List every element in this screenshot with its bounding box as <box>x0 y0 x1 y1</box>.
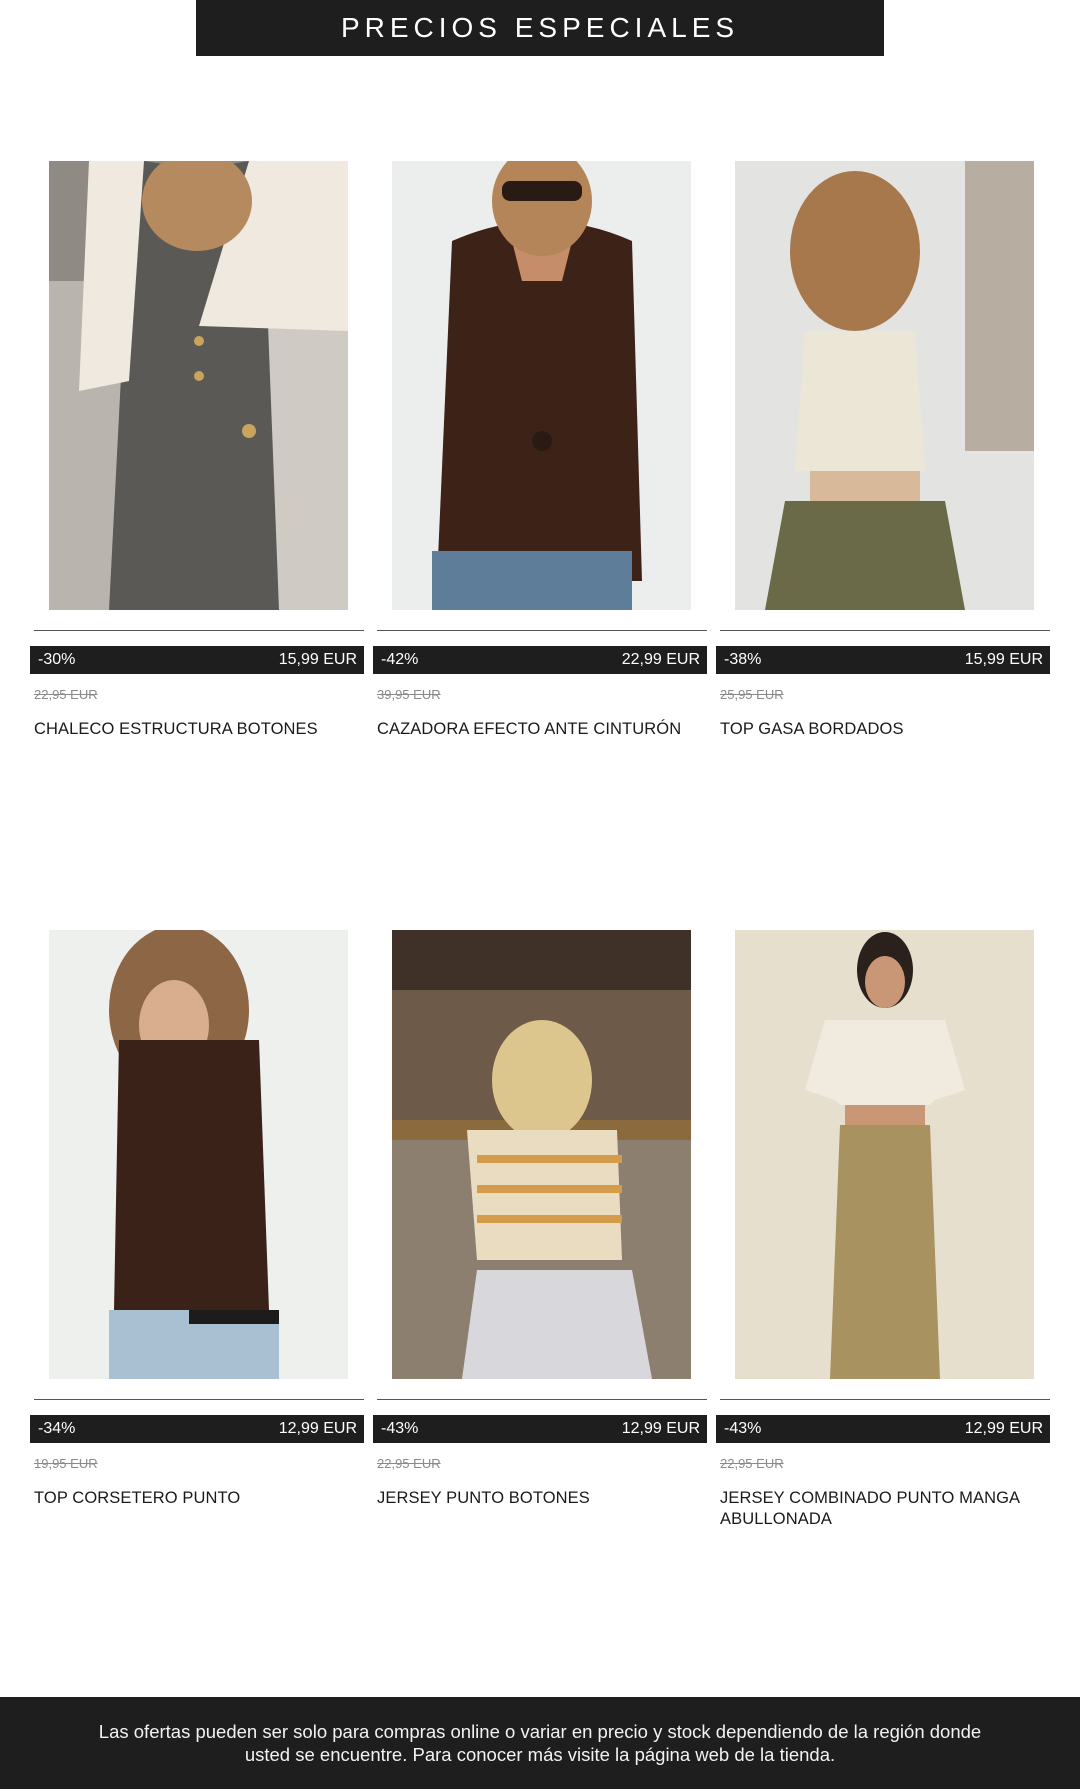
divider <box>34 1399 364 1400</box>
sale-price: 12,99 EUR <box>278 1420 357 1437</box>
sale-price: 15,99 EUR <box>278 651 357 668</box>
divider <box>720 630 1050 631</box>
original-price: 22,95 EUR <box>377 1456 441 1471</box>
product-image[interactable] <box>49 930 348 1379</box>
product-image[interactable] <box>735 161 1034 610</box>
discount-badge: -42% <box>381 651 419 668</box>
product-image[interactable] <box>392 930 691 1379</box>
price-bar: -34% 12,99 EUR <box>30 1415 364 1443</box>
product-image[interactable] <box>392 161 691 610</box>
original-price: 25,95 EUR <box>720 687 784 702</box>
original-price: 39,95 EUR <box>377 687 441 702</box>
original-price: 19,95 EUR <box>34 1456 98 1471</box>
discount-badge: -30% <box>38 651 76 668</box>
product-name[interactable]: TOP CORSETERO PUNTO <box>34 1488 364 1509</box>
original-price: 22,95 EUR <box>720 1456 784 1471</box>
product-name[interactable]: CAZADORA EFECTO ANTE CINTURÓN <box>377 719 707 740</box>
price-bar: -43% 12,99 EUR <box>373 1415 707 1443</box>
banner-title: PRECIOS ESPECIALES <box>340 12 740 43</box>
sale-price: 22,99 EUR <box>621 651 700 668</box>
original-price: 22,95 EUR <box>34 687 98 702</box>
price-bar: -30% 15,99 EUR <box>30 646 364 674</box>
sale-price: 12,99 EUR <box>964 1420 1043 1437</box>
product-name[interactable]: TOP GASA BORDADOS <box>720 719 1050 740</box>
product-name[interactable]: JERSEY COMBINADO PUNTO MANGA ABULLONADA <box>720 1488 1050 1530</box>
product-image[interactable] <box>49 161 348 610</box>
price-bar: -38% 15,99 EUR <box>716 646 1050 674</box>
discount-badge: -43% <box>381 1420 419 1437</box>
sale-price: 15,99 EUR <box>964 651 1043 668</box>
price-bar: -43% 12,99 EUR <box>716 1415 1050 1443</box>
discount-badge: -43% <box>724 1420 762 1437</box>
discount-badge: -34% <box>38 1420 76 1437</box>
product-name[interactable]: CHALECO ESTRUCTURA BOTONES <box>34 719 364 740</box>
divider <box>34 630 364 631</box>
sale-price: 12,99 EUR <box>621 1420 700 1437</box>
product-name[interactable]: JERSEY PUNTO BOTONES <box>377 1488 707 1509</box>
divider <box>377 630 707 631</box>
divider <box>377 1399 707 1400</box>
offers-disclaimer: Las ofertas pueden ser solo para compras… <box>0 1697 1080 1789</box>
price-bar: -42% 22,99 EUR <box>373 646 707 674</box>
divider <box>720 1399 1050 1400</box>
disclaimer-text: Las ofertas pueden ser solo para compras… <box>98 1721 982 1765</box>
special-prices-banner: PRECIOS ESPECIALES <box>196 0 884 56</box>
discount-badge: -38% <box>724 651 762 668</box>
product-image[interactable] <box>735 930 1034 1379</box>
